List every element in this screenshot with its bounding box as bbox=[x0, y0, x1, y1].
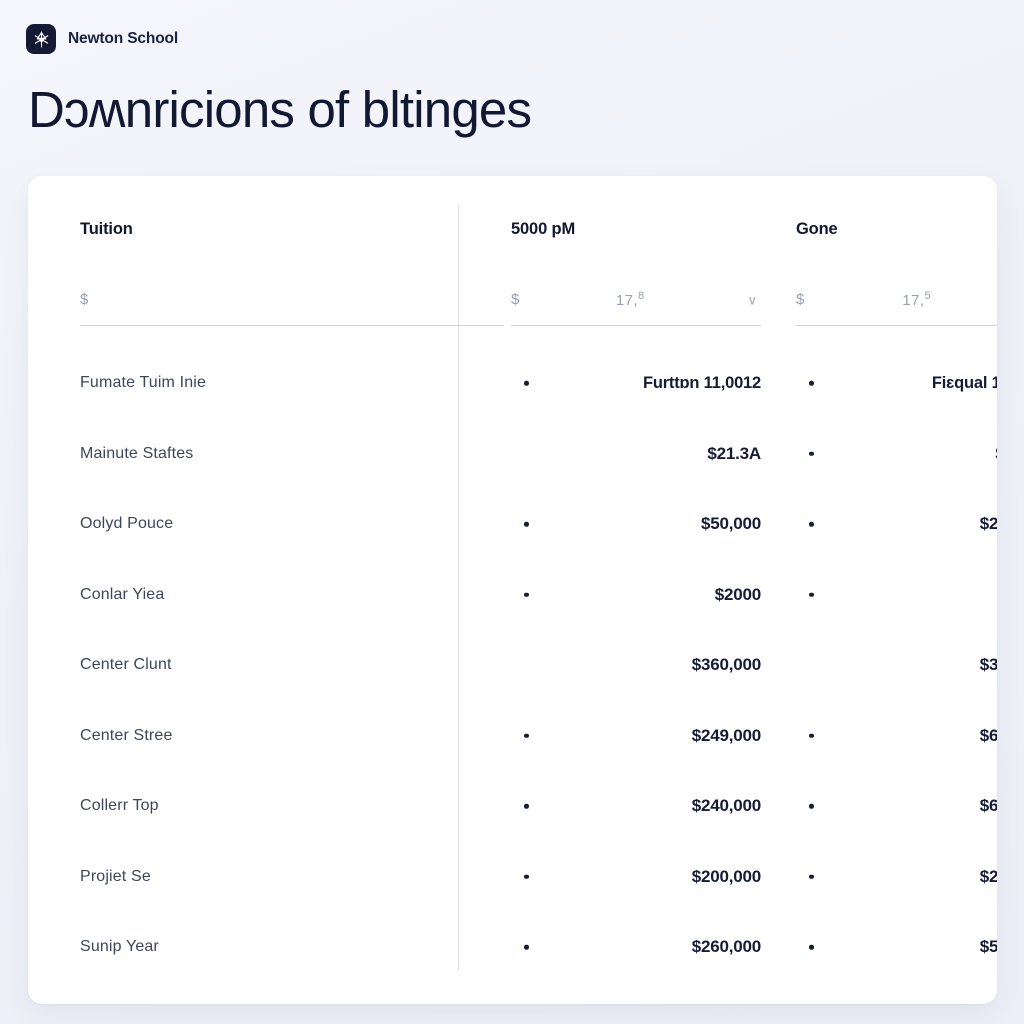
table-row: Collerr Top bbox=[80, 771, 504, 842]
row-label: Conlar Yiea bbox=[80, 585, 165, 603]
table-row: $270,070 bbox=[796, 489, 997, 560]
column-gone: Gone $ 17,5 ∨ Fiɛqual 11,0012 $21.3A bbox=[796, 204, 997, 1004]
row-amount: $250,000 bbox=[979, 866, 997, 886]
column-header-gone: Gone bbox=[796, 220, 838, 238]
row-bullet bbox=[809, 945, 814, 950]
row-bullet bbox=[809, 733, 814, 738]
row-value-list-gone: Fiɛqual 11,0012 $21.3A $270,070 bbox=[796, 326, 997, 983]
row-bullet bbox=[524, 733, 529, 738]
row-amount: $21.3A bbox=[707, 443, 761, 463]
currency-symbol: $ bbox=[511, 291, 520, 308]
row-bullet bbox=[524, 522, 529, 527]
table-row: $260,000 bbox=[511, 912, 761, 983]
table-row: $340,020 bbox=[796, 630, 997, 701]
comparison-card: Tuition $ Fumate Tuim Inie Mainute Staft… bbox=[28, 176, 997, 1004]
row-bullet bbox=[524, 381, 529, 386]
row-bullet bbox=[809, 874, 814, 879]
column-5000-pm: 5000 pM $ 17,8 ∨ Furttɒn 11,0012 $21.3A bbox=[511, 204, 761, 1004]
table-row: $2000 bbox=[511, 560, 761, 631]
row-amount: Furttɒn 11,0012 bbox=[642, 373, 761, 392]
row-amount: $360,000 bbox=[691, 655, 762, 675]
row-amount: $600,000 bbox=[979, 725, 997, 745]
table-row: Sunip Year bbox=[80, 912, 504, 983]
row-bullet bbox=[809, 522, 814, 527]
row-amount: $200,000 bbox=[691, 866, 762, 886]
column-header-tuition: Tuition bbox=[80, 220, 133, 238]
table-row: $640,000 bbox=[796, 771, 997, 842]
filter-input-5000-pm[interactable]: $ 17,8 ∨ bbox=[511, 274, 761, 326]
column-header-5000-pm: 5000 pM bbox=[511, 220, 576, 238]
row-amount: Fiɛqual 11,0012 bbox=[931, 373, 997, 392]
table-row: $360,000 bbox=[511, 630, 762, 701]
row-amount: $240,000 bbox=[691, 796, 762, 816]
table-row: Fiɛqual 11,0012 bbox=[796, 348, 997, 419]
currency-symbol: $ bbox=[796, 291, 805, 308]
row-bullet bbox=[809, 381, 814, 386]
row-amount: $640,000 bbox=[979, 796, 997, 816]
row-label-list: Fumate Tuim Inie Mainute Staftes Oolyd P… bbox=[80, 326, 504, 983]
row-bullet bbox=[524, 804, 529, 809]
table-row: $50,000 bbox=[511, 489, 761, 560]
comparison-grid: Tuition $ Fumate Tuim Inie Mainute Staft… bbox=[28, 176, 997, 1004]
row-label: Projiet Se bbox=[80, 867, 151, 885]
table-row: Mainute Staftes bbox=[80, 419, 504, 490]
table-row: Center Clunt bbox=[80, 630, 504, 701]
table-row: $250,000 bbox=[796, 842, 997, 913]
row-amount: $2000 bbox=[714, 584, 761, 604]
filter-input-gone[interactable]: $ 17,5 ∨ bbox=[796, 274, 997, 326]
row-amount: $21.3A bbox=[995, 444, 997, 464]
row-label: Oolyd Pouce bbox=[80, 515, 174, 533]
filter-value-5000-pm: 17,8 bbox=[615, 290, 645, 309]
brand-header: Newton School bbox=[26, 24, 178, 54]
filter-value-gone: 17,5 bbox=[902, 290, 931, 309]
table-row: $21.3A bbox=[511, 419, 761, 490]
table-row: $550,000 bbox=[796, 912, 997, 983]
table-row: Furttɒn 11,0012 bbox=[511, 348, 761, 419]
row-bullet bbox=[524, 874, 529, 879]
table-row: $200,000 bbox=[511, 842, 761, 913]
newton-star-icon bbox=[26, 24, 56, 54]
row-bullet bbox=[809, 592, 814, 597]
row-amount: $340,020 bbox=[979, 655, 997, 675]
page-title: Dᴐʍnricions of bltinges bbox=[28, 81, 532, 138]
row-label: Fumate Tuim Inie bbox=[80, 374, 207, 392]
row-label: Collerr Top bbox=[80, 797, 159, 815]
table-row: Projiet Se bbox=[80, 842, 504, 913]
table-row: $240,000 bbox=[511, 771, 761, 842]
row-amount: $260,000 bbox=[691, 937, 762, 957]
row-amount: $249,000 bbox=[691, 725, 762, 745]
table-row: $600,000 bbox=[796, 701, 997, 772]
row-label: Center Stree bbox=[80, 726, 173, 744]
grid-gutter-2 bbox=[761, 204, 796, 1004]
table-row: $249,000 bbox=[511, 701, 761, 772]
row-bullet bbox=[524, 945, 529, 950]
grid-gutter-1 bbox=[504, 204, 511, 1004]
table-row: $21.3A bbox=[796, 419, 997, 490]
currency-symbol: $ bbox=[80, 291, 89, 308]
filter-input-tuition[interactable]: $ bbox=[80, 274, 504, 326]
row-label: Mainute Staftes bbox=[80, 444, 194, 462]
table-row: $41,70 bbox=[796, 560, 997, 631]
table-row: Conlar Yiea bbox=[80, 560, 504, 631]
row-label: Center Clunt bbox=[80, 656, 172, 674]
chevron-down-icon[interactable]: ∨ bbox=[747, 293, 757, 306]
row-bullet bbox=[809, 451, 814, 456]
row-amount: $270,070 bbox=[979, 514, 997, 534]
row-amount: $550,000 bbox=[979, 937, 997, 957]
row-label: Sunip Year bbox=[80, 938, 159, 956]
row-value-list-5000-pm: Furttɒn 11,0012 $21.3A $50,000 $2000 $36… bbox=[511, 326, 761, 983]
brand-name: Newton School bbox=[68, 30, 178, 47]
table-row: Oolyd Pouce bbox=[80, 489, 504, 560]
table-row: Fumate Tuim Inie bbox=[80, 348, 504, 419]
row-bullet bbox=[524, 592, 529, 597]
table-row: Center Stree bbox=[80, 701, 504, 772]
row-bullet bbox=[809, 804, 814, 809]
column-tuition: Tuition $ Fumate Tuim Inie Mainute Staft… bbox=[80, 204, 504, 1004]
row-amount: $50,000 bbox=[700, 514, 761, 534]
